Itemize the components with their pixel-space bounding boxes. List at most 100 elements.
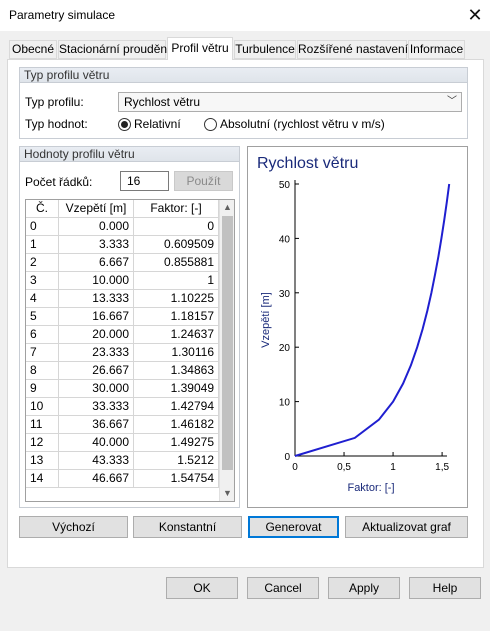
update-chart-button[interactable]: Aktualizovat graf: [345, 516, 468, 538]
table-row[interactable]: 10 33.333 1.42794: [26, 398, 219, 416]
factor-cell[interactable]: 1.24637: [134, 326, 219, 344]
table-row[interactable]: 11 36.667 1.46182: [26, 416, 219, 434]
factor-cell[interactable]: 1.39049: [134, 380, 219, 398]
apply-button[interactable]: Apply: [328, 577, 400, 599]
factor-cell[interactable]: 0.609509: [134, 236, 219, 254]
ok-button[interactable]: OK: [166, 577, 238, 599]
absolute-radio[interactable]: [204, 118, 217, 131]
y-tick-label: 10: [279, 398, 291, 409]
height-cell[interactable]: 13.333: [59, 290, 134, 308]
height-cell[interactable]: 33.333: [59, 398, 134, 416]
height-cell[interactable]: 36.667: [59, 416, 134, 434]
x-tick-label: 0: [292, 462, 298, 473]
table-row[interactable]: 4 13.333 1.10225: [26, 290, 219, 308]
x-axis-label: Faktor: [-]: [347, 482, 394, 494]
row-number-cell[interactable]: 13: [26, 452, 59, 470]
values-type-label: Typ hodnot:: [25, 117, 88, 131]
table-row[interactable]: 7 23.333 1.30116: [26, 344, 219, 362]
tab-profil-vetru[interactable]: Profil větru: [167, 37, 233, 60]
y-tick-label: 0: [284, 452, 290, 463]
scroll-up-icon[interactable]: ▲: [220, 200, 234, 215]
table-row[interactable]: 0 0.000 0: [26, 218, 219, 236]
row-number-cell[interactable]: 5: [26, 308, 59, 326]
height-cell[interactable]: 16.667: [59, 308, 134, 326]
y-tick-label: 50: [279, 180, 291, 191]
wind-profile-chart: Rychlost větru 0 10 20 30 40 50 0 0,5 1 1,5 Faktor:…: [257, 155, 451, 494]
scroll-down-icon[interactable]: ▼: [220, 486, 234, 501]
factor-cell[interactable]: 1.46182: [134, 416, 219, 434]
height-cell[interactable]: 3.333: [59, 236, 134, 254]
factor-cell[interactable]: 1.5212: [134, 452, 219, 470]
factor-cell[interactable]: 1: [134, 272, 219, 290]
height-cell[interactable]: 43.333: [59, 452, 134, 470]
table-row[interactable]: 8 26.667 1.34863: [26, 362, 219, 380]
generate-button[interactable]: Generovat: [248, 516, 339, 538]
row-number-cell[interactable]: 1: [26, 236, 59, 254]
default-button[interactable]: Výchozí: [19, 516, 128, 538]
factor-cell[interactable]: 1.54754: [134, 470, 219, 488]
cancel-button[interactable]: Cancel: [247, 577, 319, 599]
height-cell[interactable]: 40.000: [59, 434, 134, 452]
height-cell[interactable]: 10.000: [59, 272, 134, 290]
height-cell[interactable]: 6.667: [59, 254, 134, 272]
factor-cell[interactable]: 0.855881: [134, 254, 219, 272]
factor-cell[interactable]: 0: [134, 218, 219, 236]
apply-rows-button[interactable]: Použít: [174, 171, 233, 191]
row-number-cell[interactable]: 9: [26, 380, 59, 398]
tab-stacionarni-proudeni[interactable]: Stacionární proudění: [58, 40, 170, 59]
height-cell[interactable]: 20.000: [59, 326, 134, 344]
height-cell[interactable]: 26.667: [59, 362, 134, 380]
profile-type-select[interactable]: Rychlost větru ﹀: [118, 92, 462, 112]
table-row[interactable]: 14 46.667 1.54754: [26, 470, 219, 488]
column-header-number[interactable]: Č.: [26, 200, 59, 218]
column-header-factor[interactable]: Faktor: [-]: [134, 200, 219, 218]
tab-rozsirene-nastaveni[interactable]: Rozšířené nastavení: [297, 40, 408, 59]
rows-count-input[interactable]: 16: [120, 171, 169, 191]
row-number-cell[interactable]: 11: [26, 416, 59, 434]
tab-obecne[interactable]: Obecné: [9, 40, 57, 59]
table-row[interactable]: 6 20.000 1.24637: [26, 326, 219, 344]
constant-button[interactable]: Konstantní: [133, 516, 242, 538]
row-number-cell[interactable]: 3: [26, 272, 59, 290]
tab-turbulence[interactable]: Turbulence: [234, 40, 296, 59]
factor-cell[interactable]: 1.30116: [134, 344, 219, 362]
row-number-cell[interactable]: 8: [26, 362, 59, 380]
table-row[interactable]: 12 40.000 1.49275: [26, 434, 219, 452]
table-row[interactable]: 5 16.667 1.18157: [26, 308, 219, 326]
factor-cell[interactable]: 1.18157: [134, 308, 219, 326]
row-number-cell[interactable]: 7: [26, 344, 59, 362]
row-number-cell[interactable]: 4: [26, 290, 59, 308]
row-number-cell[interactable]: 14: [26, 470, 59, 488]
factor-cell[interactable]: 1.34863: [134, 362, 219, 380]
row-number-cell[interactable]: 10: [26, 398, 59, 416]
table-row[interactable]: 3 10.000 1: [26, 272, 219, 290]
help-button[interactable]: Help: [409, 577, 481, 599]
profile-type-group-title: Typ profilu větru: [20, 68, 467, 83]
factor-cell[interactable]: 1.42794: [134, 398, 219, 416]
window-title: Parametry simulace: [9, 8, 116, 22]
row-number-cell[interactable]: 6: [26, 326, 59, 344]
row-number-cell[interactable]: 2: [26, 254, 59, 272]
height-cell[interactable]: 0.000: [59, 218, 134, 236]
height-cell[interactable]: 30.000: [59, 380, 134, 398]
profile-type-label: Typ profilu:: [25, 95, 84, 109]
table-row[interactable]: 13 43.333 1.5212: [26, 452, 219, 470]
row-number-cell[interactable]: 12: [26, 434, 59, 452]
table-row[interactable]: 1 3.333 0.609509: [26, 236, 219, 254]
factor-cell[interactable]: 1.10225: [134, 290, 219, 308]
relative-radio[interactable]: [118, 118, 131, 131]
table-row[interactable]: 9 30.000 1.39049: [26, 380, 219, 398]
table-scrollbar[interactable]: ▲ ▼: [219, 200, 234, 501]
height-cell[interactable]: 23.333: [59, 344, 134, 362]
y-tick-label: 40: [279, 234, 291, 245]
factor-cell[interactable]: 1.49275: [134, 434, 219, 452]
close-icon[interactable]: ✕: [461, 1, 489, 29]
tab-informace[interactable]: Informace: [408, 40, 465, 59]
row-number-cell[interactable]: 0: [26, 218, 59, 236]
column-header-height[interactable]: Vzepětí [m]: [59, 200, 134, 218]
y-axis-label: Vzepětí [m]: [260, 292, 272, 348]
height-cell[interactable]: 46.667: [59, 470, 134, 488]
x-tick-label: 1,5: [435, 462, 449, 473]
scrollbar-thumb[interactable]: [222, 216, 233, 470]
table-row[interactable]: 2 6.667 0.855881: [26, 254, 219, 272]
